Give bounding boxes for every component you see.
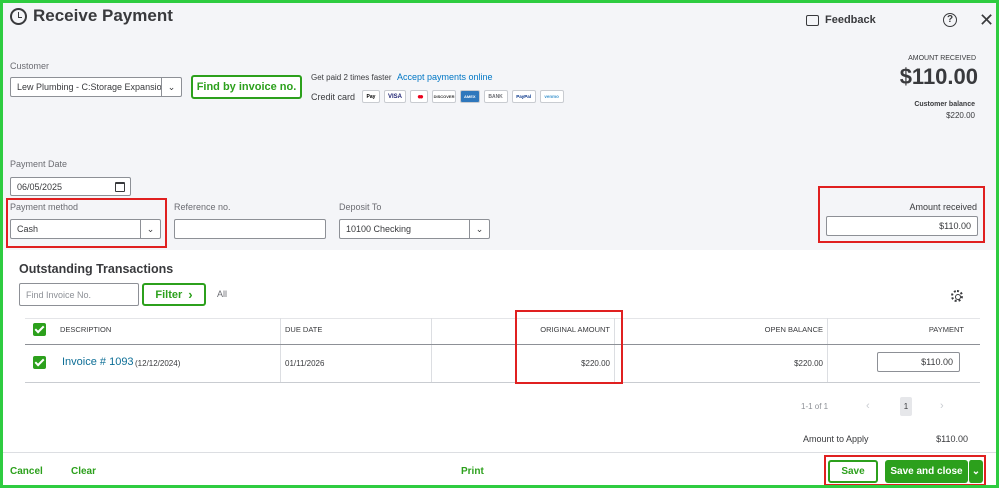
col-divider [614, 318, 615, 382]
mastercard-icon: ●● [410, 90, 429, 103]
card-logos: Pay VISA ●● DISCOVER AMEX BANK PayPal ve… [362, 90, 564, 103]
help-icon[interactable]: ? [943, 13, 957, 27]
amount-received-label: Amount received [909, 202, 977, 212]
payment-header-panel [3, 3, 996, 250]
visa-icon: VISA [384, 90, 407, 103]
save-and-close-button[interactable]: Save and close [885, 460, 968, 483]
col-due-date: DUE DATE [285, 325, 323, 334]
table-top-border [25, 318, 980, 319]
customer-value: Lew Plumbing - C:Storage Expansio [17, 82, 162, 92]
amount-received-summary-label: AMOUNT RECEIVED [908, 55, 976, 62]
page-title-text: Receive Payment [33, 6, 173, 25]
cancel-button[interactable]: Cancel [10, 466, 43, 477]
col-divider [280, 318, 281, 382]
print-button[interactable]: Print [461, 466, 484, 477]
find-invoice-input[interactable]: Find Invoice No. [19, 283, 139, 306]
pagination-range: 1-1 of 1 [801, 402, 829, 411]
amount-to-apply-label: Amount to Apply [803, 434, 869, 444]
table-bottom-border [25, 382, 980, 383]
paypal-icon: PayPal [511, 90, 536, 103]
col-divider [827, 318, 828, 382]
find-by-invoice-button[interactable]: Find by invoice no. [191, 75, 302, 99]
save-button[interactable]: Save [828, 460, 878, 483]
original-amount-cell: $220.00 [581, 359, 610, 368]
col-description: DESCRIPTION [60, 325, 112, 334]
invoice-link[interactable]: Invoice # 1093 [62, 356, 134, 368]
history-icon[interactable] [10, 7, 27, 25]
payment-method-select[interactable]: Cash ⌄ [10, 219, 161, 239]
chevron-right-icon: › [188, 287, 193, 302]
chat-icon [806, 14, 819, 26]
outstanding-title: Outstanding Transactions [19, 262, 174, 276]
filter-button[interactable]: Filter › [142, 283, 206, 306]
venmo-icon: venmo [539, 90, 564, 103]
bank-icon: BANK [483, 90, 508, 103]
payment-date-label: Payment Date [10, 159, 68, 169]
feedback-label: Feedback [825, 14, 876, 26]
save-options-dropdown[interactable]: ⌄ [968, 460, 983, 483]
customer-label: Customer [10, 61, 50, 71]
customer-select[interactable]: Lew Plumbing - C:Storage Expansio ⌄ [10, 77, 182, 97]
feedback-button[interactable]: Feedback [806, 14, 876, 26]
close-icon[interactable]: ✕ [979, 11, 994, 29]
page-title: Receive Payment [10, 6, 173, 26]
amount-received-input[interactable]: $110.00 [826, 216, 978, 236]
chevron-down-icon: ⌄ [971, 466, 981, 477]
customer-balance-label: Customer balance [914, 101, 975, 108]
deposit-to-value: 10100 Checking [346, 224, 412, 234]
col-open-balance: OPEN BALANCE [764, 325, 823, 334]
amex-icon: AMEX [460, 90, 480, 103]
payment-method-label: Payment method [10, 202, 79, 212]
deposit-to-label: Deposit To [339, 202, 382, 212]
table-header-border [25, 344, 980, 345]
gear-icon[interactable] [951, 290, 963, 302]
row-checkbox[interactable] [33, 356, 46, 369]
amount-received-summary-value: $110.00 [899, 64, 978, 89]
payment-date-value: 06/05/2025 [17, 181, 63, 192]
chevron-down-icon[interactable]: ⌄ [161, 78, 181, 96]
open-balance-cell: $220.00 [794, 359, 823, 368]
chevron-down-icon[interactable]: ⌄ [140, 220, 160, 238]
credit-card-label: Credit card [311, 92, 356, 102]
calendar-icon[interactable] [115, 182, 125, 192]
all-filter-label[interactable]: All [217, 289, 227, 299]
get-paid-text: Get paid 2 times faster [311, 73, 392, 82]
discover-icon: DISCOVER [432, 90, 457, 103]
chevron-down-icon[interactable]: ⌄ [469, 220, 489, 238]
highlight-original-amount [515, 310, 623, 384]
prev-page-icon[interactable]: ‹ [866, 400, 870, 412]
payment-date-input[interactable]: 06/05/2025 [10, 177, 131, 196]
col-payment: PAYMENT [928, 325, 964, 334]
accept-payments-link[interactable]: Accept payments online [397, 72, 493, 82]
customer-balance-value: $220.00 [946, 111, 975, 120]
select-all-checkbox[interactable] [33, 323, 46, 336]
reference-label: Reference no. [174, 202, 231, 212]
filter-label: Filter [155, 288, 183, 301]
page-number[interactable]: 1 [900, 397, 912, 416]
col-original-amount: ORIGINAL AMOUNT [540, 325, 610, 334]
due-date-cell: 01/11/2026 [285, 359, 325, 368]
reference-input[interactable] [174, 219, 326, 239]
amount-to-apply-value: $110.00 [936, 434, 968, 444]
apple-pay-icon: Pay [362, 90, 380, 103]
clear-button[interactable]: Clear [71, 466, 96, 477]
next-page-icon[interactable]: › [940, 400, 944, 412]
col-divider [431, 318, 432, 382]
payment-input[interactable]: $110.00 [877, 352, 960, 372]
payment-method-value: Cash [17, 224, 39, 234]
deposit-to-select[interactable]: 10100 Checking ⌄ [339, 219, 490, 239]
invoice-date: (12/12/2024) [135, 359, 181, 368]
